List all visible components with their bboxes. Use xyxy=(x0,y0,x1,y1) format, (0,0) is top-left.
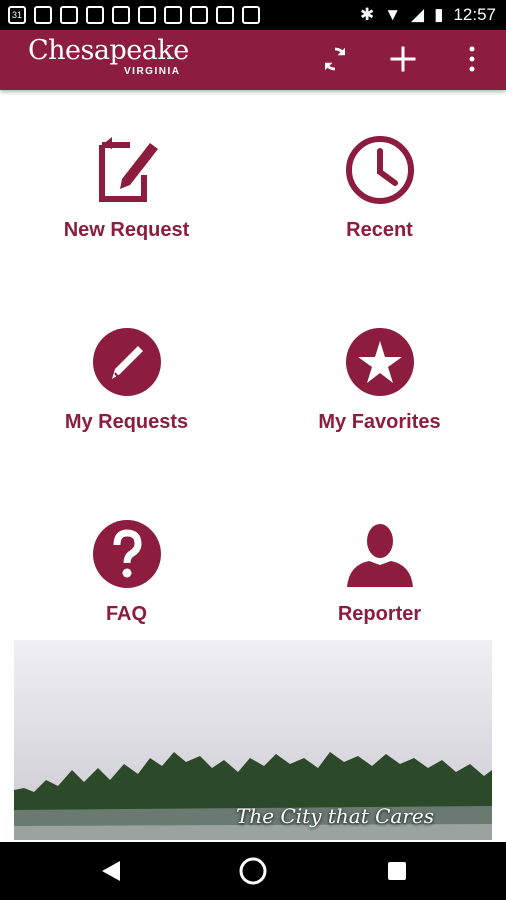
back-triangle-icon xyxy=(102,861,120,881)
send-icon xyxy=(216,6,234,24)
pencil-circle-icon xyxy=(92,328,161,396)
youtube-icon xyxy=(112,6,130,24)
tile-label: My Requests xyxy=(64,411,189,433)
app-bar: Chesapeake VIRGINIA xyxy=(0,30,506,90)
home-button[interactable] xyxy=(238,856,268,886)
more-options-button[interactable] xyxy=(454,41,490,77)
tile-label: My Favorites xyxy=(318,411,441,433)
maps-icon xyxy=(190,6,208,24)
my-favorites-tile[interactable]: My Favorites xyxy=(253,292,506,482)
signal-icon: ◢ xyxy=(411,5,425,24)
battery-icon: ▮ xyxy=(434,5,444,24)
photos-icon xyxy=(86,6,104,24)
star-circle-icon xyxy=(345,328,414,396)
back-button[interactable] xyxy=(96,856,126,886)
home-circle-icon xyxy=(239,857,267,885)
recent-tile[interactable]: Recent xyxy=(253,100,506,290)
calendar-icon: 31 xyxy=(8,6,26,24)
tile-label: Reporter xyxy=(337,603,422,625)
wifi-icon: ▼ xyxy=(384,5,402,24)
edit-document-icon xyxy=(98,137,158,202)
phone-icon xyxy=(164,6,182,24)
banner-caption: The City that Cares xyxy=(236,804,434,828)
maps-alt-icon xyxy=(242,6,260,24)
my-requests-tile[interactable]: My Requests xyxy=(0,292,253,482)
tile-label: Recent xyxy=(346,219,413,241)
logo-state: VIRGINIA xyxy=(124,66,181,77)
new-request-tile[interactable]: New Request xyxy=(0,100,253,290)
chesapeake-logo: Chesapeake VIRGINIA xyxy=(28,35,189,77)
more-vert-icon xyxy=(469,46,475,72)
plus-icon xyxy=(390,46,416,72)
question-circle-icon xyxy=(92,520,161,588)
add-button[interactable] xyxy=(385,41,421,77)
clock-icon xyxy=(345,136,414,204)
refresh-icon xyxy=(325,47,345,71)
status-bar: 31 ✱ ▼ ◢ ▮ 12:57 xyxy=(0,0,506,30)
status-time: 12:57 xyxy=(453,5,496,24)
system-nav-bar xyxy=(0,842,506,900)
logo-name: Chesapeake xyxy=(28,35,189,66)
city-banner-image: The City that Cares xyxy=(14,640,492,840)
person-icon xyxy=(346,524,413,587)
square-icon xyxy=(388,862,406,880)
gmail-icon xyxy=(34,6,52,24)
pinwheel-icon xyxy=(138,6,156,24)
tile-label: FAQ xyxy=(105,603,148,625)
bluetooth-icon: ✱ xyxy=(359,5,375,24)
notification-icons: 31 xyxy=(8,6,260,24)
recents-button[interactable] xyxy=(382,856,412,886)
tile-label: New Request xyxy=(63,219,190,241)
feedly-icon xyxy=(60,6,78,24)
refresh-button[interactable] xyxy=(317,41,353,77)
